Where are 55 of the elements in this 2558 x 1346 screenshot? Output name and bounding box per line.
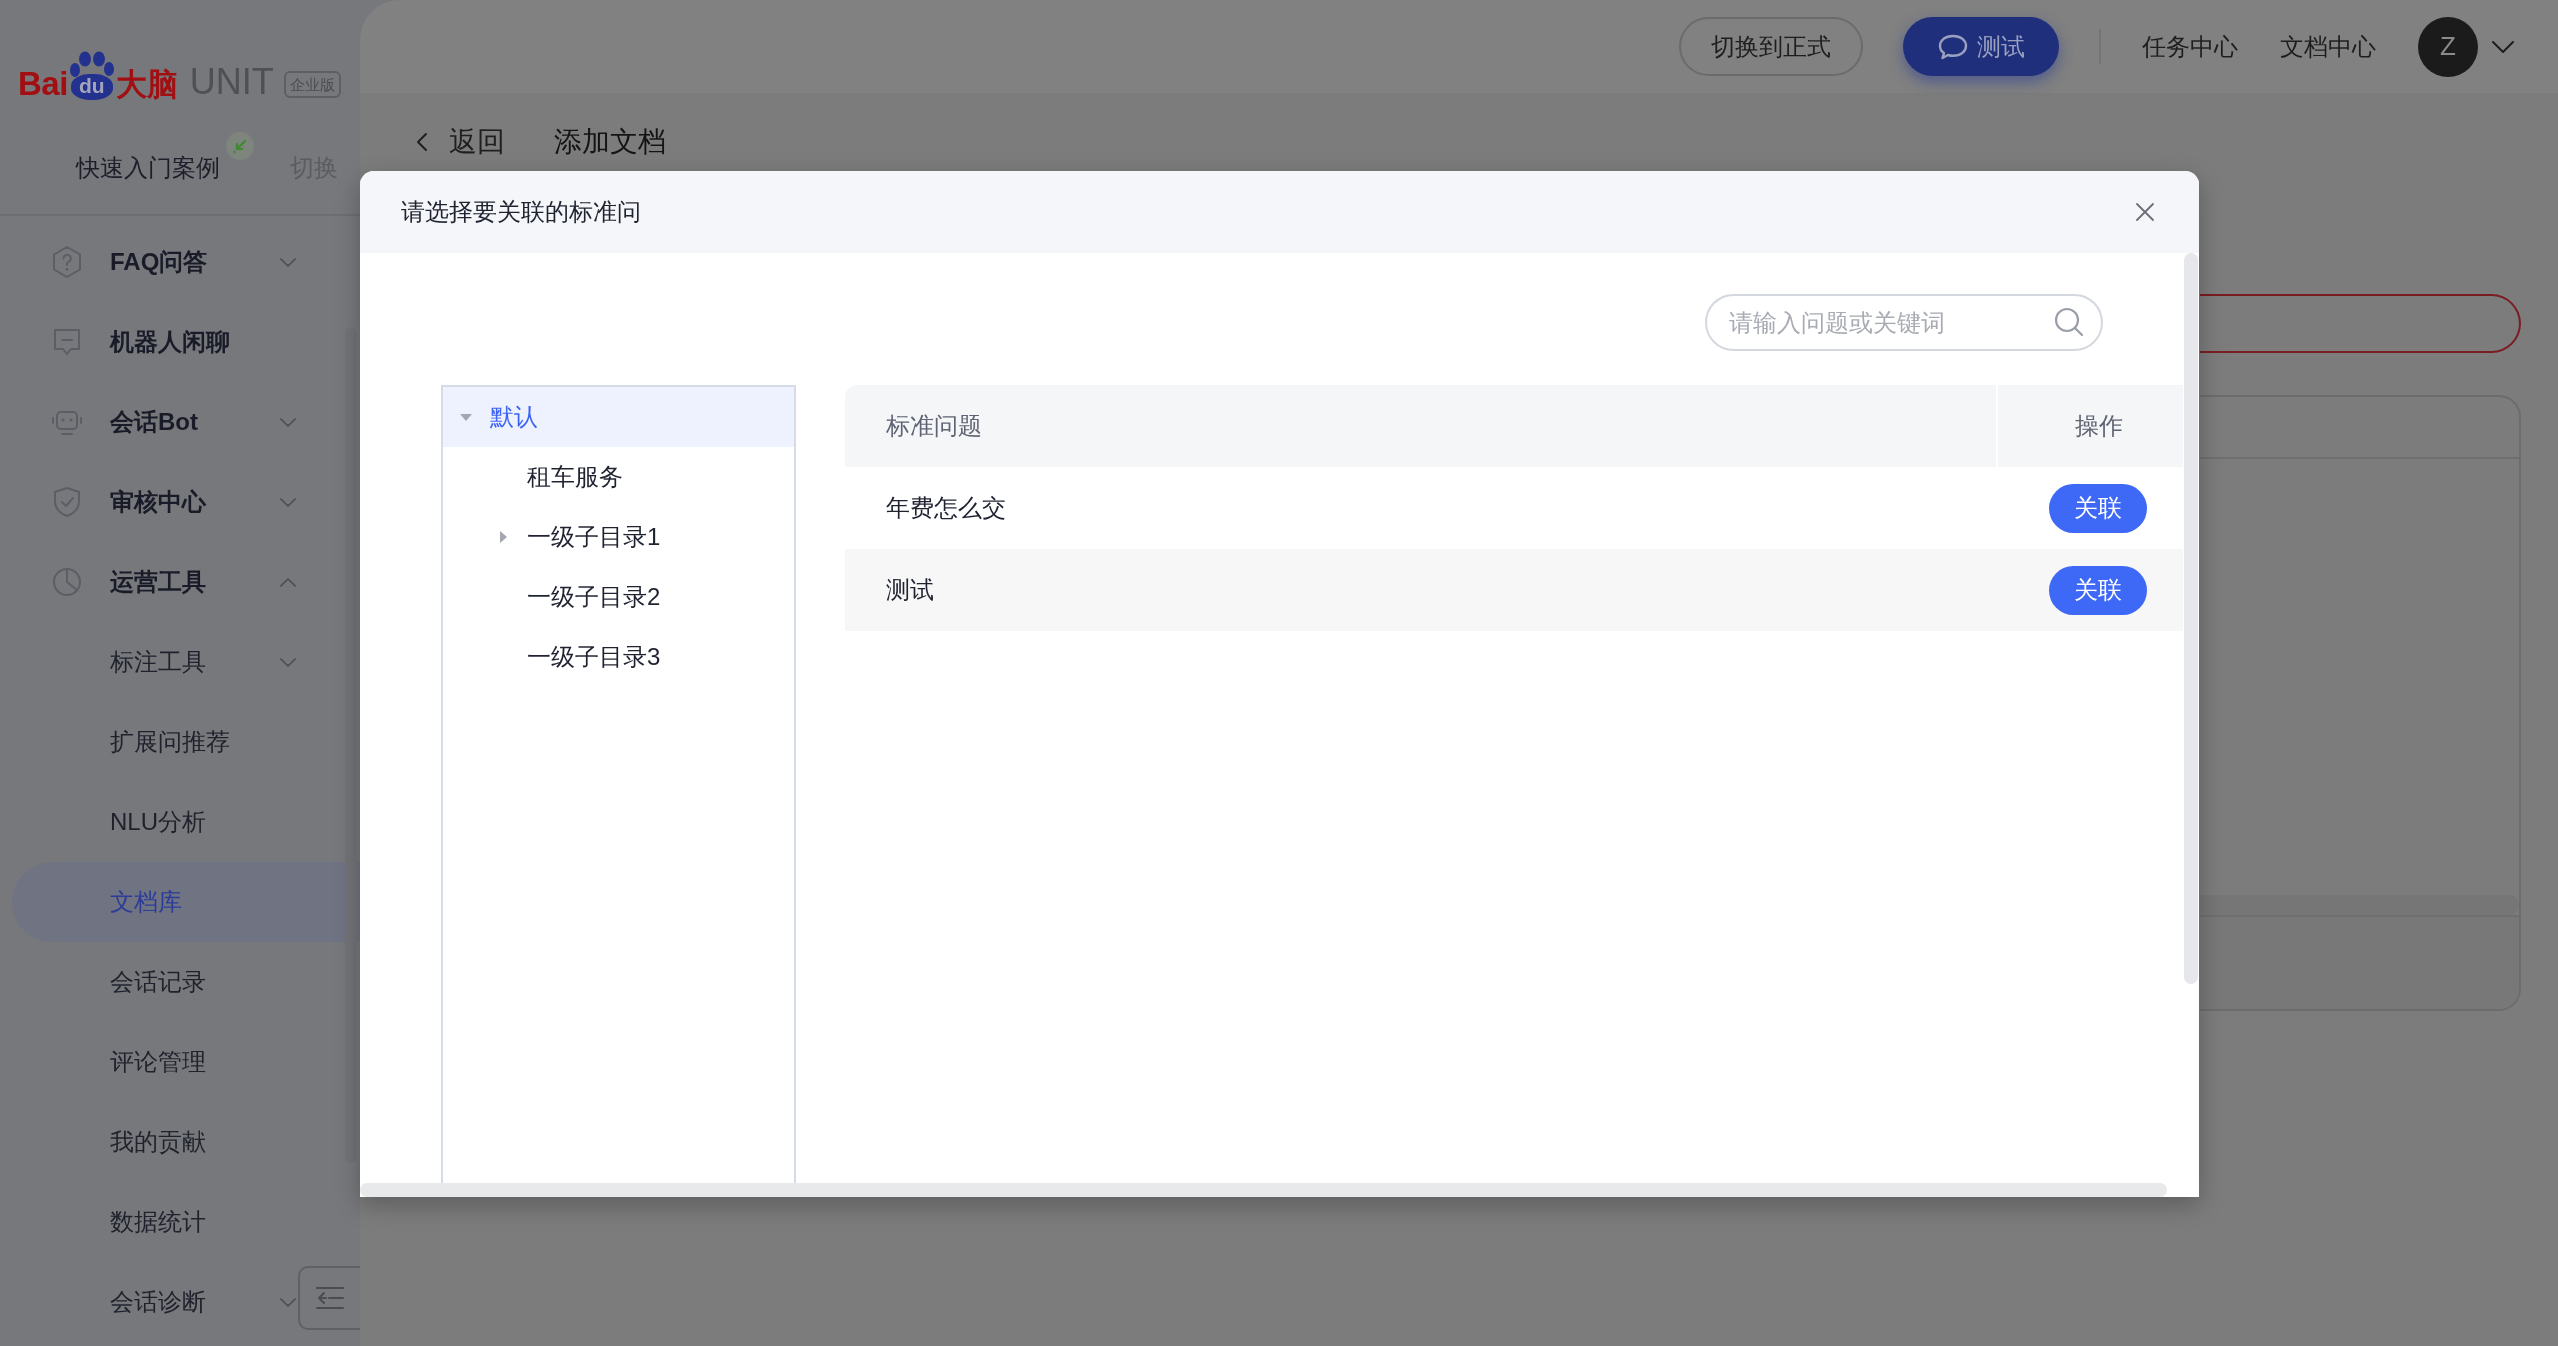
associate-button[interactable]: 关联 [2048, 483, 2147, 533]
page-title: 添加文档 [554, 128, 666, 156]
table-cell-text: 年费怎么交 [885, 493, 1007, 523]
avatar[interactable]: Z [2418, 16, 2478, 77]
input-field[interactable] [2200, 294, 2521, 353]
sidebar-item[interactable]: 审核中心 [12, 462, 298, 542]
chevron-down-icon[interactable] [280, 1297, 296, 1307]
switch-mode-button[interactable]: 切换到正式 [1679, 17, 1863, 76]
sidebar-item[interactable]: 文档库 [12, 862, 360, 942]
search-field[interactable]: 请输入问题或关键词 [1705, 294, 2103, 351]
collapse-button[interactable] [298, 1266, 360, 1330]
nav-link[interactable]: 文档中心 [2280, 34, 2376, 59]
sidebar-item[interactable]: 机器人闲聊 [12, 302, 298, 382]
scrollbar-thumb[interactable] [360, 1183, 2167, 1197]
sidebar-item[interactable]: 我的贡献 [12, 1102, 298, 1182]
sidebar-item[interactable]: 运营工具 [12, 542, 298, 622]
project-name: 快速入门案例 [76, 156, 220, 180]
search-icon[interactable] [2053, 306, 2085, 338]
caret-right-icon[interactable] [497, 531, 509, 543]
pie-chart-icon [50, 565, 84, 599]
tree-item[interactable]: 默认 [443, 387, 794, 447]
logo-text: Bai [18, 67, 68, 100]
column-header: 标准问题 [885, 411, 983, 441]
scrollbar-thumb[interactable] [2184, 253, 2198, 984]
close-icon[interactable] [2135, 202, 2155, 222]
sidebar-item[interactable]: 数据统计 [12, 1182, 298, 1262]
caret-down-icon[interactable] [460, 411, 472, 423]
test-button[interactable]: 测试 [1903, 17, 2059, 76]
chevron-down-icon[interactable] [280, 417, 296, 427]
chevron-down-icon[interactable] [280, 657, 296, 667]
sidebar-item[interactable]: 评论管理 [12, 1022, 298, 1102]
chevron-down-icon[interactable] [280, 497, 296, 507]
logo-text: 大脑 [115, 69, 178, 100]
dialog-title: 请选择要关联的标准问 [401, 200, 641, 224]
paw-icon [68, 51, 115, 77]
sidebar-item[interactable]: FAQ问答 [12, 222, 298, 302]
chevron-down-icon[interactable] [2492, 40, 2514, 53]
chevron-up-icon[interactable] [280, 577, 296, 587]
sidebar-item[interactable]: NLU分析 [12, 782, 298, 862]
table-cell-text: 测试 [885, 575, 935, 605]
collapse-icon [315, 1286, 345, 1310]
nav-link[interactable]: 任务中心 [2142, 34, 2238, 59]
chevron-left-icon [416, 132, 428, 152]
question-icon [50, 245, 84, 279]
logo-text: du [70, 74, 113, 100]
back-button[interactable]: 返回 [416, 128, 505, 156]
sidebar-item[interactable]: 会话记录 [12, 942, 298, 1022]
sidebar-item[interactable]: 会话Bot [12, 382, 298, 462]
sidebar-item[interactable]: 标注工具 [12, 622, 298, 702]
sidebar-item[interactable]: 会话诊断 [12, 1262, 298, 1342]
column-header: 操作 [2073, 411, 2124, 441]
chevron-down-icon[interactable] [280, 257, 296, 267]
chat-bubble-icon [1937, 32, 1969, 61]
associate-button[interactable]: 关联 [2048, 565, 2147, 615]
sidebar-item[interactable]: 扩展问推荐 [12, 702, 298, 782]
